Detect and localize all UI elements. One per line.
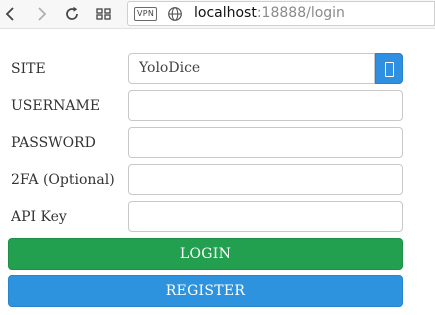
browser-toolbar: VPN localhost:18888/login [0,0,435,29]
apikey-row: API Key [0,201,435,233]
apikey-input[interactable] [128,201,403,232]
back-icon[interactable] [0,2,22,26]
vpn-badge[interactable]: VPN [134,7,158,21]
site-label: SITE [11,61,46,77]
login-button[interactable]: LOGIN [8,238,403,270]
globe-icon [167,6,183,26]
twofa-input[interactable] [128,164,403,195]
username-input[interactable] [128,90,403,121]
apikey-label: API Key [11,209,67,225]
password-label: PASSWORD [11,135,96,151]
url-host: localhost [194,5,257,21]
reload-icon[interactable] [61,2,83,26]
url-text[interactable]: localhost:18888/login [194,4,345,22]
site-select[interactable]: YoloDice [128,53,375,84]
password-row: PASSWORD [0,127,435,159]
twofa-row: 2FA (Optional) [0,164,435,196]
password-input[interactable] [128,127,403,158]
site-row: SITE YoloDice [0,53,435,85]
username-label: USERNAME [11,98,101,114]
site-select-button[interactable] [375,53,403,84]
twofa-label: 2FA (Optional) [11,172,115,188]
apps-grid-icon[interactable] [93,2,115,26]
address-bar[interactable]: VPN localhost:18888/login [127,1,435,26]
forward-icon[interactable] [30,2,52,26]
username-row: USERNAME [0,90,435,122]
dropdown-icon [385,62,394,77]
register-button[interactable]: REGISTER [8,275,403,307]
url-path: :18888/login [256,5,345,21]
